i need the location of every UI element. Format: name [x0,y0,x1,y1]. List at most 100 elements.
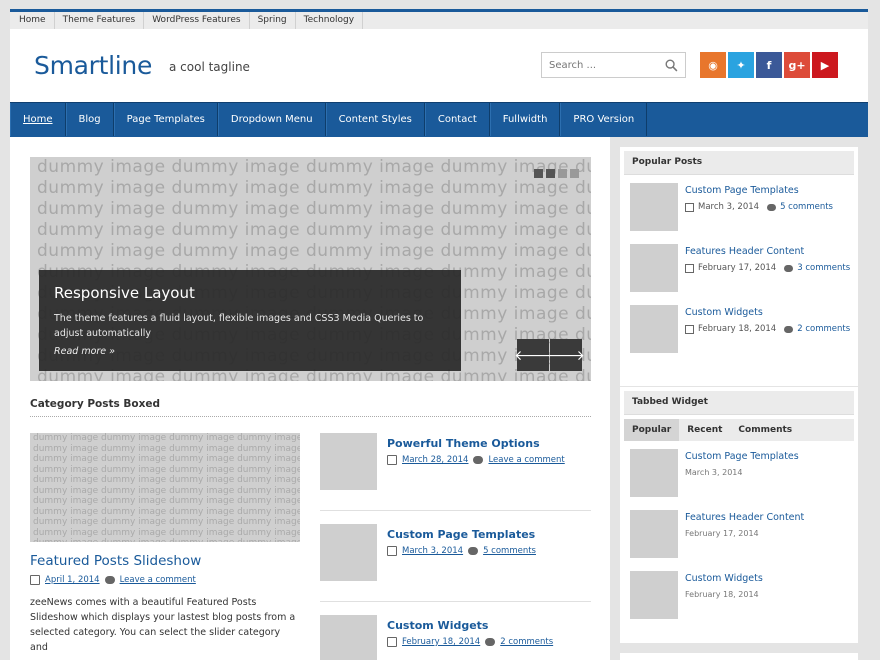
post-comments[interactable]: 3 comments [797,263,850,273]
featured-post-title[interactable]: Featured Posts Slideshow [30,553,300,569]
rss-icon[interactable]: ◉ [700,52,726,78]
twitter-icon[interactable]: ✦ [728,52,754,78]
rss-glyph: ◉ [708,58,718,72]
widget-title: Tabbed Widget [624,391,854,415]
post-thumbnail[interactable] [630,244,678,292]
post-thumbnail[interactable] [630,305,678,353]
post-date[interactable]: February 18, 2014 [402,637,480,647]
featured-post-meta: April 1, 2014 Leave a comment [30,575,300,585]
topnav-wordpress-features[interactable]: WordPress Features [144,12,250,29]
post-title[interactable]: Custom Widgets [685,307,763,318]
slide-dot[interactable] [546,169,555,178]
post-thumbnail[interactable] [630,571,678,619]
topnav-technology[interactable]: Technology [296,12,364,29]
youtube-icon[interactable]: ▶ [812,52,838,78]
post-title[interactable]: Features Header Content [685,512,804,523]
search-input[interactable] [542,53,660,78]
calendar-icon [685,202,694,212]
post-thumbnail[interactable] [630,183,678,231]
post-thumbnail[interactable] [320,615,377,660]
slide-title[interactable]: Responsive Layout [54,284,446,302]
next-widget [620,653,858,660]
post-title[interactable]: Custom Page Templates [685,451,799,462]
post-date: February 17, 2014 [698,263,777,273]
slide-text: The theme features a fluid layout, flexi… [54,313,424,339]
post-title[interactable]: Custom Page Templates [387,528,535,541]
comment-icon [468,547,479,555]
slider-arrows: 🡐 🡒 [514,339,585,371]
top-navigation: Home Theme Features WordPress Features S… [10,9,868,29]
social-icons: ◉ ✦ f g+ ▶ [700,52,838,78]
nav-page-templates[interactable]: Page Templates [113,103,218,136]
topnav-spring[interactable]: Spring [250,12,296,29]
nav-contact[interactable]: Contact [424,103,490,136]
featured-post-excerpt: zeeNews comes with a beautiful Featured … [30,597,296,653]
post-date[interactable]: April 1, 2014 [45,575,100,585]
comment-icon [473,456,484,464]
next-arrow-icon[interactable]: 🡒 [547,339,585,371]
site-title[interactable]: Smartline [34,51,152,80]
post-comments[interactable]: Leave a comment [488,455,564,465]
slide-read-more-link[interactable]: Read more » [54,346,446,357]
nav-pro-version[interactable]: PRO Version [560,103,648,136]
nav-blog[interactable]: Blog [65,103,114,136]
nav-content-styles[interactable]: Content Styles [325,103,425,136]
featured-post-image[interactable]: dummy image dummy image dummy image dumm… [30,433,300,542]
slide-dot[interactable] [558,169,567,178]
list-item: Custom Widgets February 18, 2014 [624,563,854,624]
list-item: Custom Widgets February 18, 2014 2 comme… [320,615,591,660]
post-date: March 3, 2014 [698,202,760,212]
main-content: dummy image dummy image dummy image dumm… [10,137,610,660]
list-item: Custom Widgets February 18, 2014 2 comme… [624,297,854,358]
post-thumbnail[interactable] [320,524,377,581]
slide-dot[interactable] [534,169,543,178]
post-comments[interactable]: 2 comments [500,637,553,647]
post-meta: February 18, 2014 2 comments [387,637,553,647]
calendar-icon [685,324,694,334]
post-comments[interactable]: 2 comments [797,324,850,334]
widget-title: Popular Posts [624,151,854,175]
tab-popular[interactable]: Popular [624,419,680,441]
post-thumbnail[interactable] [630,449,678,497]
calendar-icon [685,263,694,273]
tab-comments[interactable]: Comments [730,419,800,441]
post-comments[interactable]: 5 comments [780,202,833,212]
comment-icon [104,576,115,584]
slide-caption: Responsive Layout The theme features a f… [39,270,461,371]
post-title[interactable]: Custom Widgets [685,573,763,584]
search-form [541,52,686,78]
calendar-icon [30,575,40,585]
nav-dropdown-menu[interactable]: Dropdown Menu [217,103,326,136]
list-item: Powerful Theme Options March 28, 2014 Le… [320,433,591,511]
featured-slider[interactable]: dummy image dummy image dummy image dumm… [30,157,591,381]
calendar-icon [387,637,397,647]
list-item: Custom Page Templates March 3, 2014 5 co… [624,175,854,236]
post-title[interactable]: Custom Widgets [387,619,488,632]
nav-fullwidth[interactable]: Fullwidth [489,103,561,136]
site-header: Smartline a cool tagline ◉ ✦ f g+ ▶ [10,29,868,102]
comment-icon [485,638,496,646]
post-title[interactable]: Powerful Theme Options [387,437,540,450]
facebook-glyph: f [766,58,772,72]
post-date[interactable]: March 3, 2014 [402,546,463,556]
post-thumbnail[interactable] [320,433,377,490]
slide-dot[interactable] [570,169,579,178]
prev-arrow-icon[interactable]: 🡐 [514,339,552,371]
post-thumbnail[interactable] [630,510,678,558]
nav-home[interactable]: Home [10,103,66,136]
facebook-icon[interactable]: f [756,52,782,78]
tab-recent[interactable]: Recent [679,419,730,441]
post-date[interactable]: March 28, 2014 [402,455,468,465]
post-comments[interactable]: 5 comments [483,546,536,556]
post-meta: February 17, 2014 3 comments [685,263,850,273]
googleplus-icon[interactable]: g+ [784,52,810,78]
post-date: February 18, 2014 [698,324,777,334]
topnav-home[interactable]: Home [10,12,55,29]
search-icon[interactable] [665,59,678,72]
post-title[interactable]: Features Header Content [685,246,804,257]
post-comments[interactable]: Leave a comment [120,575,196,585]
calendar-icon [387,546,397,556]
post-meta: March 28, 2014 Leave a comment [387,455,565,465]
topnav-theme-features[interactable]: Theme Features [55,12,145,29]
post-title[interactable]: Custom Page Templates [685,185,799,196]
